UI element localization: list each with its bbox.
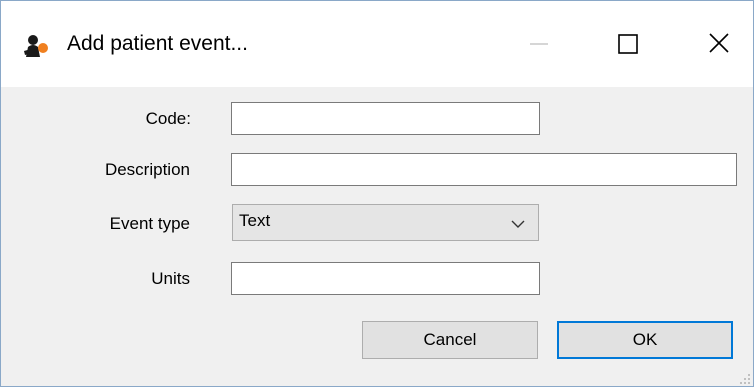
units-input[interactable] (231, 262, 540, 295)
description-input[interactable] (231, 153, 737, 186)
title-bar[interactable]: Add patient event... (1, 1, 753, 87)
maximize-button[interactable] (598, 15, 658, 71)
maximize-icon (618, 34, 638, 54)
description-label: Description (104, 160, 190, 179)
close-icon (709, 33, 729, 53)
app-icon (23, 33, 63, 57)
minimize-button[interactable] (508, 15, 568, 71)
event-type-select[interactable]: Text (232, 204, 539, 241)
resize-grip-icon[interactable] (739, 372, 751, 384)
minimize-icon (530, 43, 548, 45)
units-label: Units (151, 269, 190, 288)
event-type-value: Text (239, 211, 271, 230)
event-type-label: Event type (109, 214, 190, 233)
close-button[interactable] (689, 15, 749, 71)
window-title: Add patient event... (67, 32, 248, 55)
chevron-down-icon (510, 217, 526, 229)
dialog-window: Add patient event... Code: Description E… (0, 0, 754, 387)
ok-button[interactable]: OK (557, 321, 733, 359)
code-label: Code: (145, 109, 191, 128)
cancel-button[interactable]: Cancel (362, 321, 538, 359)
code-input[interactable] (231, 102, 540, 135)
